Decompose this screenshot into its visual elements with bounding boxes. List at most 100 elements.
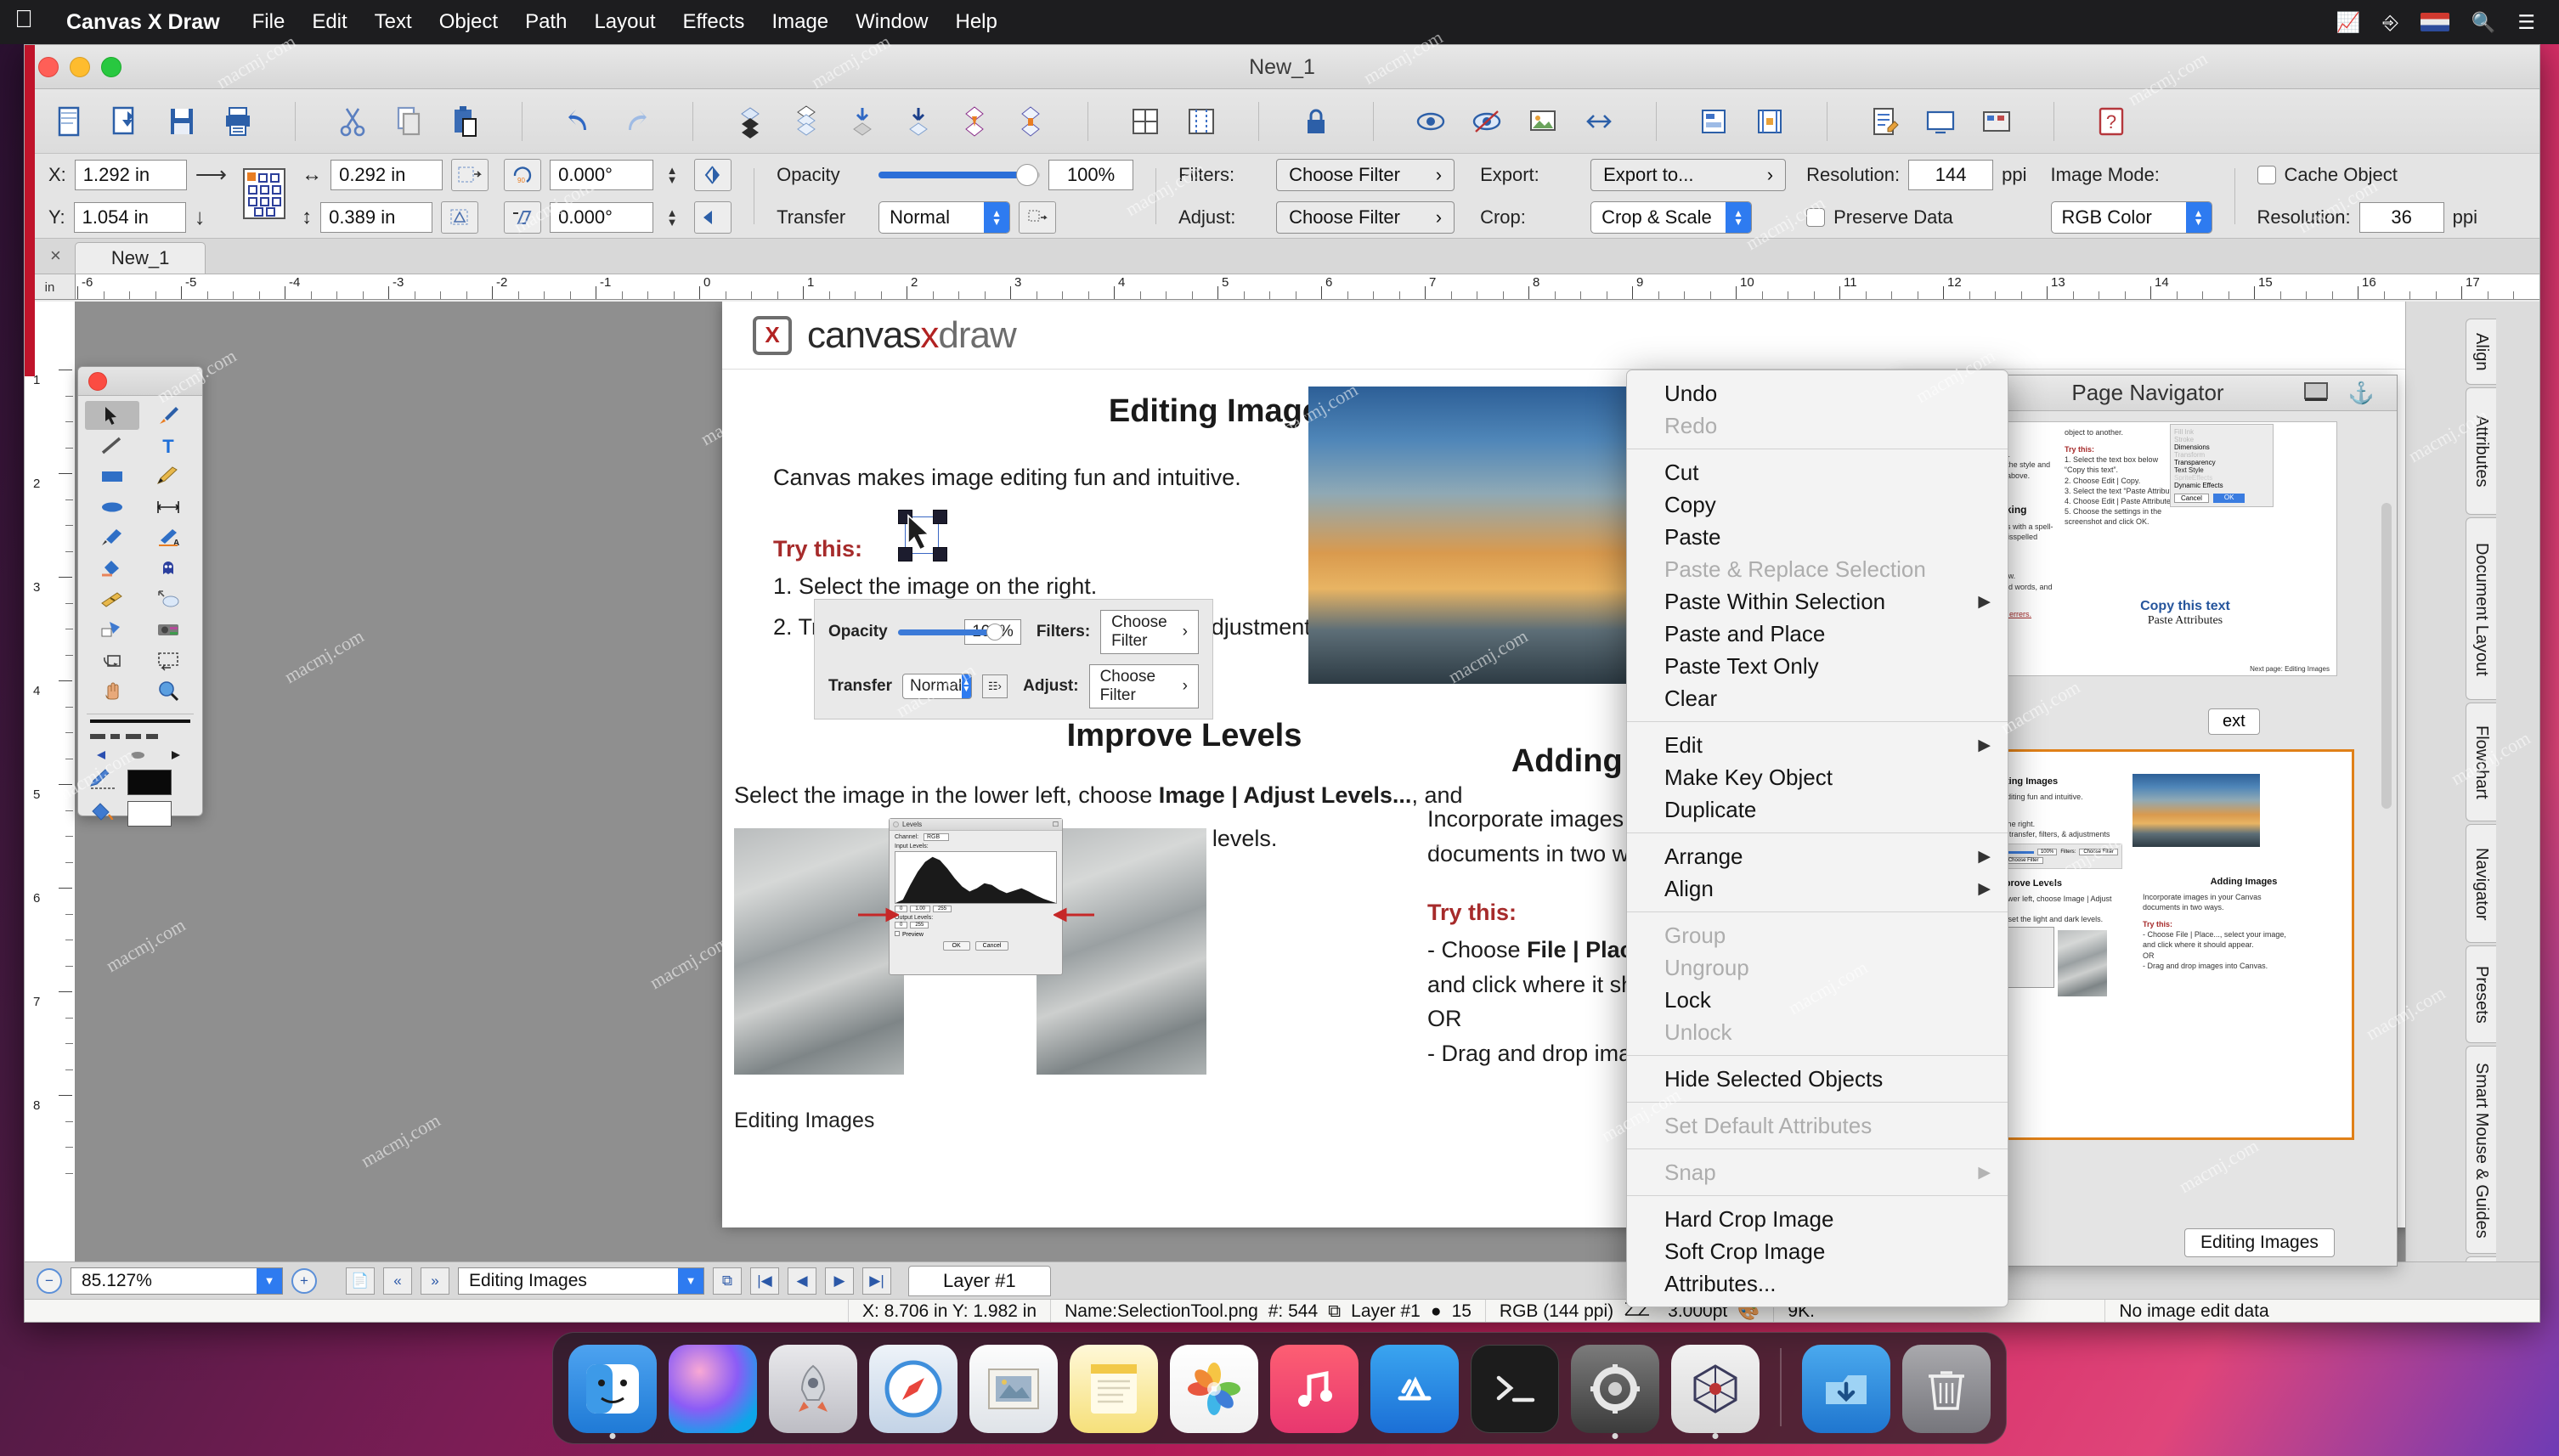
width-field[interactable]: 0.292 in [330, 159, 443, 190]
open-document-icon[interactable] [105, 100, 147, 143]
dock-item-trash[interactable] [1902, 1345, 1991, 1433]
layer-tab[interactable]: Layer #1 [908, 1265, 1051, 1296]
menubar-item-window[interactable]: Window [842, 10, 941, 34]
prev-page-button[interactable]: ◀ [788, 1267, 816, 1295]
redo-icon[interactable] [614, 100, 657, 143]
sidebar-tab-align[interactable]: Align [2466, 319, 2496, 386]
knife-tool[interactable] [85, 584, 139, 613]
menubar-item-effects[interactable]: Effects [669, 10, 759, 34]
zoom-tool[interactable] [141, 676, 195, 705]
maximize-window-button[interactable] [101, 57, 121, 77]
context-menu-item-edit[interactable]: Edit ▶ [1627, 729, 2008, 761]
sidebar-tab-flowchart[interactable]: Flowchart [2466, 703, 2496, 822]
adjust-combo[interactable]: Choose Filter › [1276, 200, 1455, 234]
align-panel-icon[interactable] [1692, 100, 1735, 143]
ellipse-tool[interactable] [85, 493, 139, 522]
menubar-item-object[interactable]: Object [426, 10, 511, 34]
next-page-button[interactable]: ▶ [825, 1267, 854, 1295]
opacity-value-field[interactable]: 100% [1048, 159, 1134, 190]
undo-icon[interactable] [558, 100, 601, 143]
duplicate-page-button[interactable]: ⧉ [713, 1267, 742, 1295]
levels-cancel-button[interactable]: Cancel [974, 941, 1009, 951]
context-menu-item-soft-crop-image[interactable]: Soft Crop Image [1627, 1235, 2008, 1267]
skew-icon[interactable] [504, 200, 542, 234]
dock-item-photos[interactable] [1170, 1345, 1258, 1433]
prev-spread-button[interactable]: « [383, 1267, 412, 1295]
dock-item-safari[interactable] [869, 1345, 958, 1433]
bring-to-front-icon[interactable] [785, 100, 828, 143]
flip-h-button[interactable] [694, 158, 732, 191]
context-menu-item-paste[interactable]: Paste [1627, 521, 2008, 553]
close-window-button[interactable] [38, 57, 59, 77]
tool-palette-titlebar[interactable] [78, 367, 202, 396]
dock-item-notes[interactable] [1070, 1345, 1158, 1433]
arrow-style-row[interactable] [78, 745, 202, 765]
dock-item-mail[interactable] [969, 1345, 1058, 1433]
rotate-stepper[interactable]: ▲ ▼ [662, 159, 682, 191]
grid-icon[interactable] [1124, 100, 1167, 143]
context-menu-item-undo[interactable]: Undo [1627, 377, 2008, 409]
context-menu-item-align[interactable]: Align ▶ [1627, 872, 2008, 905]
text-attribute-tool[interactable]: A [141, 523, 195, 552]
group-icon[interactable] [953, 100, 996, 143]
brush-tool[interactable] [141, 401, 195, 430]
link-icon[interactable] [1578, 100, 1620, 143]
rotate-field[interactable]: 0.000° [550, 159, 654, 190]
context-menu-item-copy[interactable]: Copy [1627, 488, 2008, 521]
minimize-window-button[interactable] [70, 57, 90, 77]
context-menu-item-arrange[interactable]: Arrange ▶ [1627, 840, 2008, 872]
export-combo[interactable]: Export to... › [1590, 158, 1787, 191]
copy-icon[interactable] [387, 100, 430, 143]
anchor-point-grid[interactable] [242, 167, 286, 224]
lock-icon[interactable] [1295, 100, 1337, 143]
menubar-item-layout[interactable]: Layout [580, 10, 669, 34]
dock-item-finder[interactable] [568, 1345, 657, 1439]
cut-icon[interactable] [331, 100, 374, 143]
dock-item-music[interactable] [1270, 1345, 1359, 1433]
dock-item-siri[interactable] [669, 1345, 757, 1433]
dock-item-canvas-x-draw[interactable] [1671, 1345, 1760, 1439]
context-menu-item-paste-text-only[interactable]: Paste Text Only [1627, 650, 2008, 682]
levels-channel-value[interactable]: RGB [923, 833, 950, 841]
levels-ok-button[interactable]: OK [942, 941, 970, 951]
menubar-app-name[interactable]: Canvas X Draw [48, 10, 239, 35]
eyedropper-tool[interactable] [85, 523, 139, 552]
next-spread-button[interactable]: » [421, 1267, 449, 1295]
context-menu-item-paste-within-selection[interactable]: Paste Within Selection ▶ [1627, 585, 2008, 618]
zoom-out-button[interactable]: − [37, 1267, 62, 1294]
zoom-in-button[interactable]: + [291, 1267, 317, 1294]
transfer-popup[interactable]: Normal ▲ ▼ [878, 200, 1011, 234]
levels-output-1[interactable]: 255 [910, 922, 929, 928]
levels-input-2[interactable]: 255 [933, 906, 952, 912]
context-menu-item-hide-selected-objects[interactable]: Hide Selected Objects [1627, 1063, 2008, 1095]
height-field[interactable]: 0.389 in [320, 201, 433, 233]
sprite-icon[interactable] [1522, 100, 1564, 143]
y-field[interactable]: 1.054 in [73, 201, 186, 233]
first-page-button[interactable]: |◀ [750, 1267, 779, 1295]
dock-item-system-preferences[interactable] [1571, 1345, 1659, 1439]
print-icon[interactable] [217, 100, 259, 143]
preserve-data-checkbox[interactable] [1806, 207, 1826, 227]
resolution2-field[interactable]: 36 [2358, 201, 2444, 233]
fill-swatch-icon[interactable] [88, 800, 117, 827]
bluetooth-icon[interactable]: ⎆ [2382, 11, 2398, 34]
context-menu-item-attributes[interactable]: Attributes... [1627, 1267, 2008, 1300]
foreground-color-swatch[interactable] [127, 769, 172, 795]
context-menu-item-cut[interactable]: Cut [1627, 456, 2008, 488]
paste-icon[interactable] [443, 100, 486, 143]
mini-transfer-popup[interactable]: Normal ▲ ▼ [901, 674, 972, 699]
dock-item-launchpad[interactable] [769, 1345, 857, 1433]
sidebar-tab-document-layout[interactable]: Document Layout [2466, 517, 2496, 701]
zoom-field[interactable]: 85.127% ▼ [71, 1267, 283, 1295]
help-icon[interactable]: ? [2090, 100, 2132, 143]
page-navigator-page-tab[interactable]: Editing Images [2184, 1228, 2335, 1257]
selection-handle-br[interactable] [933, 547, 947, 562]
page-navigator-scrollbar[interactable] [2381, 503, 2392, 809]
opacity-slider[interactable] [878, 163, 1041, 186]
context-menu-item-hard-crop-image[interactable]: Hard Crop Image [1627, 1203, 2008, 1235]
control-center-icon[interactable]: ☰ [2517, 11, 2535, 34]
gradient-tool[interactable] [85, 615, 139, 644]
image-mode-popup[interactable]: RGB Color ▲ ▼ [2050, 200, 2212, 234]
levels-input-1[interactable]: 1.00 [910, 906, 931, 912]
context-menu-item-paste-and-place[interactable]: Paste and Place [1627, 618, 2008, 650]
